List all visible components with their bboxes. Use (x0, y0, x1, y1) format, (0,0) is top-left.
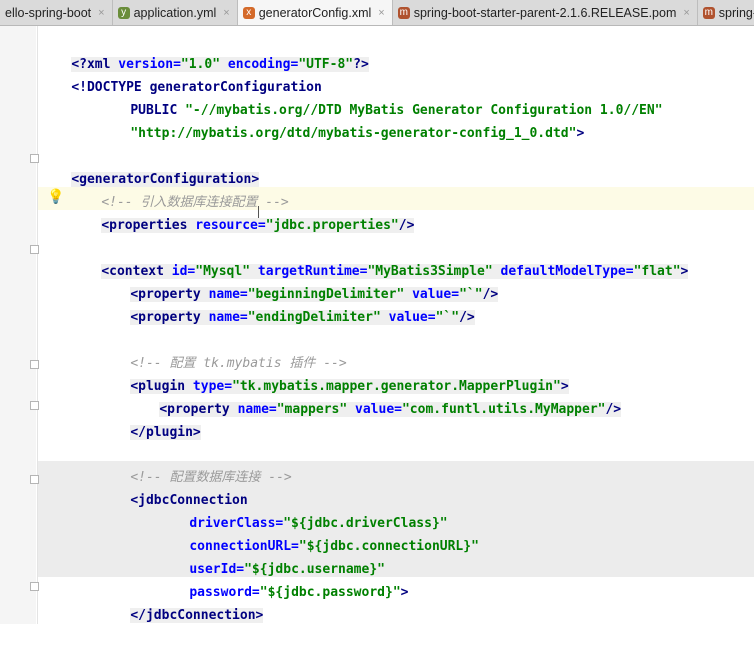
plugin-close-tag: </plugin> (130, 425, 201, 440)
code-line-22: connectionURL="${jdbc.connectionURL}" (158, 512, 479, 554)
attr-value: "flat" (633, 264, 681, 279)
code-line-23: userId="${jdbc.username}" (158, 535, 385, 577)
code-line-14: <!-- 配置 tk.mybatis 插件 --> (99, 329, 346, 371)
code-line-19: <!-- 配置数据库连接 --> (99, 443, 291, 485)
fold-marker-icon[interactable] (30, 154, 39, 163)
code-line-8: <properties resource="jdbc.properties"/> (70, 191, 415, 233)
code-line-4: "http://mybatis.org/dtd/mybatis-generato… (99, 99, 584, 141)
code-line-15: <plugin type="tk.mybatis.mapper.generato… (99, 352, 569, 394)
code-line-24: password="${jdbc.password}"> (158, 558, 408, 600)
tab-spring-boot-starter-parent-pom[interactable]: m spring-boot-starter-parent-2.1.6.RELEA… (392, 0, 698, 25)
code-line-6: <generatorConfiguration> (40, 145, 260, 187)
attr-value: "${jdbc.password}" (259, 585, 401, 600)
editor-tab-bar: ello-spring-boot × y application.yml × x… (0, 0, 754, 26)
close-icon[interactable]: × (223, 7, 229, 19)
attr-name: defaultModelType= (492, 264, 634, 279)
attr-value: "`" (435, 310, 460, 325)
properties-tag: <properties (101, 218, 188, 233)
tab-generatorconfig-xml[interactable]: x generatorConfig.xml × (237, 0, 393, 25)
editor-gutter (0, 26, 36, 624)
attr-name: name= (229, 402, 277, 417)
attr-value: "jdbc.properties" (265, 218, 399, 233)
close-icon[interactable]: × (378, 7, 384, 19)
attr-value: "endingDelimiter" (247, 310, 381, 325)
tag-close: /> (459, 310, 475, 325)
tab-hello-spring-boot[interactable]: ello-spring-boot × (0, 0, 113, 25)
tab-application-yml[interactable]: y application.yml × (112, 0, 238, 25)
fold-marker-icon[interactable] (30, 475, 39, 484)
maven-file-icon: m (397, 6, 410, 19)
xml-file-icon: x (242, 6, 255, 19)
code-line-16: <property name="mappers" value="com.funt… (128, 375, 622, 417)
doctype-close: > (576, 126, 585, 141)
tab-label: spring-bo (718, 5, 754, 20)
tab-label: generatorConfig.xml (258, 5, 372, 20)
code-line-7: <!-- 引入数据库连接配置 --> (70, 168, 288, 210)
tab-label: spring-boot-starter-parent-2.1.6.RELEASE… (413, 5, 677, 20)
attr-value: "mappers" (276, 402, 348, 417)
xml-decl-close: ?> (353, 57, 369, 72)
tag-close: /> (605, 402, 622, 417)
doctype-system-id: "http://mybatis.org/dtd/mybatis-generato… (130, 126, 577, 141)
tab-spring-boot-truncated[interactable]: m spring-bo (697, 0, 754, 25)
code-line-2: <!DOCTYPE generatorConfiguration (40, 53, 321, 95)
code-line-11: <property name="beginningDelimiter" valu… (99, 260, 499, 302)
code-line-3: PUBLIC "-//mybatis.org//DTD MyBatis Gene… (99, 76, 662, 118)
close-icon[interactable]: × (683, 7, 689, 19)
tag-close: > (680, 264, 689, 279)
attr-name: value= (347, 402, 402, 417)
fold-marker-icon[interactable] (30, 401, 39, 410)
code-line-1: <?xml version="1.0" encoding="UTF-8"?> (40, 30, 369, 72)
maven-file-icon: m (702, 6, 715, 19)
code-line-20: <jdbcConnection (99, 466, 247, 508)
jdbc-connection-close-tag: </jdbcConnection> (130, 608, 264, 623)
fold-marker-icon[interactable] (30, 582, 39, 591)
attr-name: value= (380, 310, 436, 325)
code-line-25: </jdbcConnection> (99, 581, 264, 623)
code-editor[interactable]: 💡 <?xml version="1.0" encoding="UTF-8"?>… (0, 26, 754, 624)
tab-label: application.yml (133, 5, 217, 20)
code-line-17: </plugin> (99, 398, 201, 440)
attr-name: resource= (187, 218, 266, 233)
code-line-12: <property name="endingDelimiter" value="… (99, 283, 475, 325)
fold-marker-icon[interactable] (30, 360, 39, 369)
tag-close: /> (398, 218, 415, 233)
close-icon[interactable]: × (98, 7, 104, 19)
tab-label: ello-spring-boot (5, 5, 92, 20)
property-tag: <property (130, 310, 201, 325)
yml-file-icon: y (117, 6, 130, 19)
attr-name: name= (200, 310, 248, 325)
attr-value: "com.funtl.utils.MyMapper" (401, 402, 606, 417)
code-line-21: driverClass="${jdbc.driverClass}" (158, 489, 447, 531)
tag-close: /> (482, 287, 499, 302)
tag-close: > (400, 585, 409, 600)
code-line-10: <context id="Mysql" targetRuntime="MyBat… (70, 237, 689, 279)
fold-marker-icon[interactable] (30, 245, 39, 254)
